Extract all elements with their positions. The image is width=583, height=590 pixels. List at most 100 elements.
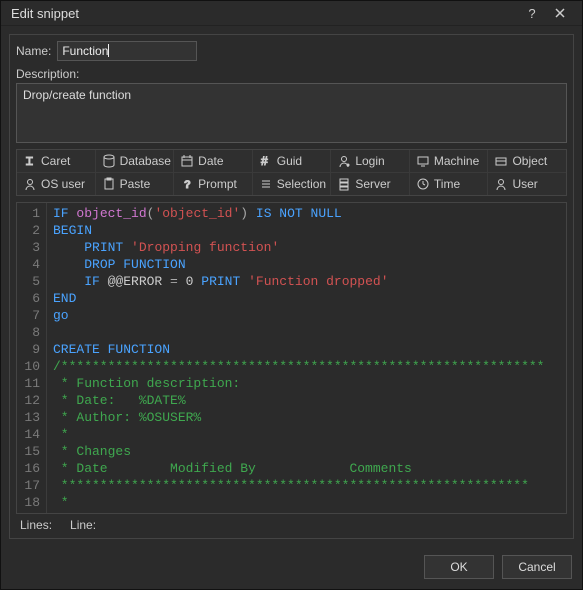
tool-caret[interactable]: Ꮖ Caret <box>17 150 96 172</box>
database-icon <box>102 154 116 168</box>
titlebar: Edit snippet ? <box>1 1 582 26</box>
line-number: 18 <box>21 494 40 511</box>
tool-label: User <box>512 177 537 191</box>
tool-time[interactable]: Time <box>410 173 489 195</box>
help-button[interactable]: ? <box>518 1 546 25</box>
code-area[interactable]: IF object_id('object_id') IS NOT NULLBEG… <box>47 203 566 513</box>
line-number: 8 <box>21 324 40 341</box>
code-line[interactable]: ****************************************… <box>53 477 560 494</box>
code-line[interactable]: * <box>53 426 560 443</box>
line-number: 10 <box>21 358 40 375</box>
tool-label: OS user <box>41 177 85 191</box>
line-number: 16 <box>21 460 40 477</box>
code-line[interactable]: go <box>53 307 560 324</box>
object-icon <box>494 154 508 168</box>
insert-toolbar: Ꮖ Caret Database Date #Guid Login Machine Objec… <box>16 149 567 196</box>
line-number: 6 <box>21 290 40 307</box>
tool-label: Database <box>120 154 171 168</box>
code-line[interactable]: PRINT 'Dropping function' <box>53 239 560 256</box>
code-line[interactable]: /***************************************… <box>53 358 560 375</box>
line-number: 15 <box>21 443 40 460</box>
status-bar: Lines: Line: <box>16 514 567 534</box>
tool-label: Server <box>355 177 390 191</box>
svg-text:#: # <box>261 154 268 168</box>
code-line[interactable]: * <box>53 494 560 511</box>
close-button[interactable] <box>546 1 574 25</box>
machine-icon <box>416 154 430 168</box>
description-label: Description: <box>16 67 567 81</box>
line-number: 1 <box>21 205 40 222</box>
tool-label: Selection <box>277 177 326 191</box>
status-line: Line: <box>70 518 96 532</box>
line-number: 7 <box>21 307 40 324</box>
line-number: 13 <box>21 409 40 426</box>
tool-label: Paste <box>120 177 151 191</box>
line-number: 14 <box>21 426 40 443</box>
code-line[interactable]: IF @@ERROR = 0 PRINT 'Function dropped' <box>53 273 560 290</box>
name-input[interactable]: Function <box>57 41 197 61</box>
selection-icon <box>259 177 273 191</box>
tool-selection[interactable]: Selection <box>253 173 332 195</box>
cancel-button[interactable]: Cancel <box>502 555 572 579</box>
calendar-icon <box>180 154 194 168</box>
server-icon <box>337 177 351 191</box>
tool-user[interactable]: User <box>488 173 566 195</box>
tool-prompt[interactable]: ? Prompt <box>174 173 253 195</box>
tool-label: Time <box>434 177 460 191</box>
code-line[interactable]: CREATE FUNCTION <box>53 341 560 358</box>
tool-object[interactable]: Object <box>488 150 566 172</box>
tool-machine[interactable]: Machine <box>410 150 489 172</box>
code-line[interactable]: * Date Modified By Comments <box>53 460 560 477</box>
tool-label: Date <box>198 154 223 168</box>
tool-date[interactable]: Date <box>174 150 253 172</box>
svg-text:?: ? <box>184 179 191 191</box>
dialog-body: Name: Function Description: Ꮖ Caret Databa… <box>9 34 574 539</box>
line-number: 11 <box>21 375 40 392</box>
tool-database[interactable]: Database <box>96 150 175 172</box>
tool-label: Prompt <box>198 177 237 191</box>
line-number: 3 <box>21 239 40 256</box>
code-line[interactable]: END <box>53 290 560 307</box>
line-gutter: 123456789101112131415161718 <box>17 203 47 513</box>
line-number: 12 <box>21 392 40 409</box>
status-lines: Lines: <box>20 518 52 532</box>
ok-button[interactable]: OK <box>424 555 494 579</box>
tool-label: Machine <box>434 154 479 168</box>
svg-text:Ꮖ: Ꮖ <box>26 156 33 168</box>
tool-label: Login <box>355 154 384 168</box>
line-number: 5 <box>21 273 40 290</box>
osuser-icon <box>23 177 37 191</box>
hash-icon: # <box>259 154 273 168</box>
prompt-icon: ? <box>180 177 194 191</box>
code-editor[interactable]: 123456789101112131415161718 IF object_id… <box>16 202 567 514</box>
tool-label: Object <box>512 154 547 168</box>
code-line[interactable]: * Author: %OSUSER% <box>53 409 560 426</box>
user-icon <box>494 177 508 191</box>
login-icon <box>337 154 351 168</box>
code-line[interactable]: * Date: %DATE% <box>53 392 560 409</box>
name-label: Name: <box>16 44 51 58</box>
scrollbar-track[interactable] <box>558 203 566 513</box>
tool-paste[interactable]: Paste <box>96 173 175 195</box>
tool-server[interactable]: Server <box>331 173 410 195</box>
description-input[interactable] <box>16 83 567 143</box>
line-number: 2 <box>21 222 40 239</box>
code-line[interactable]: * Changes <box>53 443 560 460</box>
line-number: 4 <box>21 256 40 273</box>
code-line[interactable] <box>53 324 560 341</box>
code-line[interactable]: DROP FUNCTION <box>53 256 560 273</box>
line-number: 17 <box>21 477 40 494</box>
code-line[interactable]: * Function description: <box>53 375 560 392</box>
tool-label: Caret <box>41 154 70 168</box>
tool-os-user[interactable]: OS user <box>17 173 96 195</box>
line-number: 9 <box>21 341 40 358</box>
code-line[interactable]: IF object_id('object_id') IS NOT NULL <box>53 205 560 222</box>
paste-icon <box>102 177 116 191</box>
tool-login[interactable]: Login <box>331 150 410 172</box>
edit-snippet-dialog: Edit snippet ? Name: Function Descriptio… <box>0 0 583 590</box>
code-line[interactable]: BEGIN <box>53 222 560 239</box>
dialog-footer: OK Cancel <box>1 547 582 589</box>
tool-guid[interactable]: #Guid <box>253 150 332 172</box>
time-icon <box>416 177 430 191</box>
window-title: Edit snippet <box>11 6 518 21</box>
